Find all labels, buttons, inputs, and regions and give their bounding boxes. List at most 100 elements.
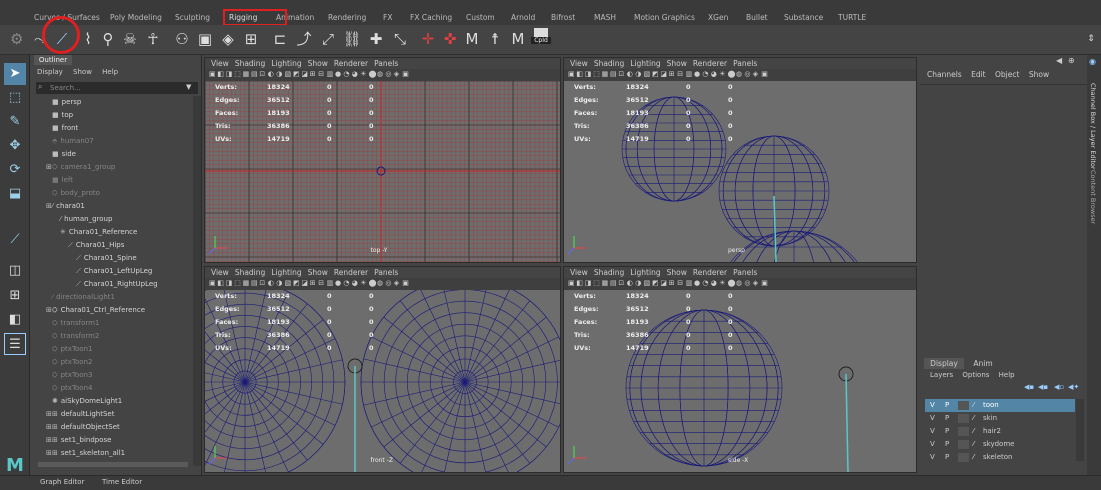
viewport-tool-icon[interactable]: ◎ (744, 279, 750, 287)
viewport-tool-icon[interactable]: ⊞ (310, 279, 316, 287)
outliner-item[interactable]: ⊞ defaultObjectSet (52, 421, 120, 434)
viewport-tool-icon[interactable]: ▣ (761, 70, 768, 78)
viewport-tool-icon[interactable]: ⬤ (728, 70, 736, 78)
viewport-tool-icon[interactable]: ◧ (576, 279, 583, 287)
viewport-tool-icon[interactable]: ◕ (352, 70, 358, 78)
viewport-tool-icon[interactable]: ▤ (610, 279, 617, 287)
rotate-tool-icon[interactable]: ⟳ (4, 159, 26, 181)
viewport-menu-show[interactable]: Show (667, 268, 687, 277)
channel-menu-show[interactable]: Show (1029, 70, 1049, 79)
viewport-tool-icon[interactable]: ☀ (719, 70, 725, 78)
skeleton-bone[interactable] (773, 195, 777, 262)
viewport-menu-lighting[interactable]: Lighting (630, 59, 660, 68)
outliner-item[interactable]: ⊞ set1_skeleton_all1 (52, 447, 125, 460)
viewport-menu-view[interactable]: View (570, 268, 588, 277)
viewport-tool-icon[interactable]: ◔ (702, 70, 708, 78)
viewport-top[interactable]: View Shading Lighting Show Renderer Panels ▣ ◧ ◨… (204, 57, 561, 263)
viewport-tool-icon[interactable]: ⊞ (310, 70, 316, 78)
viewport-menu-renderer[interactable]: Renderer (693, 59, 727, 68)
layer-row[interactable]: V P ⁄ hair2 (925, 425, 1075, 438)
viewport-tool-icon[interactable]: ▥ (327, 70, 334, 78)
viewport-tool-icon[interactable]: ▦ (243, 279, 250, 287)
parent-constraint-icon[interactable]: ⛓ (342, 29, 362, 49)
viewport-tool-icon[interactable]: ● (335, 70, 341, 78)
viewport-tool-icon[interactable]: ▣ (209, 70, 216, 78)
layer-row[interactable]: V P ⁄ skeleton (925, 451, 1075, 464)
outliner-tab[interactable]: Outliner (34, 55, 72, 65)
viewport-tool-icon[interactable]: ▣ (568, 279, 575, 287)
viewport-tool-icon[interactable]: ● (694, 70, 700, 78)
viewport-tool-icon[interactable]: ⊡ (618, 279, 624, 287)
viewport-tool-icon[interactable]: ◕ (352, 279, 358, 287)
layer-color-swatch[interactable] (958, 427, 969, 436)
viewport-tool-icon[interactable]: ⬚ (234, 279, 241, 287)
layer-menu-options[interactable]: Options (962, 371, 989, 379)
viewport-tool-icon[interactable]: ▥ (327, 279, 334, 287)
viewport-tool-icon[interactable]: ◐ (268, 70, 274, 78)
viewport-menu-lighting[interactable]: Lighting (630, 268, 660, 277)
layer-color-swatch[interactable] (958, 401, 969, 410)
viewport-tool-icon[interactable]: ▦ (243, 70, 250, 78)
channel-menu-object[interactable]: Object (995, 70, 1019, 79)
skeleton-icon[interactable]: ☠ (120, 29, 140, 49)
outliner-item[interactable]: ⛭ Chara01_Ctrl_Reference (52, 304, 145, 317)
shelf-tab-substance[interactable]: Substance (784, 12, 823, 24)
outliner-scrollbar[interactable] (193, 96, 201, 466)
viewport-tool-icon[interactable]: ◈ (753, 70, 758, 78)
viewport-tool-icon[interactable]: ▧ (644, 279, 651, 287)
channel-back-icon[interactable]: ◀ (1056, 56, 1062, 65)
viewport-tool-icon[interactable]: ⬤ (728, 279, 736, 287)
outliner-item[interactable]: ⟋ Chara01_RightUpLeg (76, 278, 158, 291)
viewport-tool-icon[interactable]: ▣ (402, 70, 409, 78)
viewport-tool-icon[interactable]: ◩ (293, 70, 300, 78)
outliner-item[interactable]: ⛭ ptxToon1 (52, 343, 92, 356)
layer-row[interactable]: V P ⁄ skydome (925, 438, 1075, 451)
viewport-tool-icon[interactable]: ▤ (251, 70, 258, 78)
layer-move-down-icon[interactable]: ◀▪ (1038, 383, 1048, 391)
layer-row[interactable]: V P ⁄ skin (925, 412, 1075, 425)
mash-icon[interactable]: M (508, 29, 528, 49)
viewport-tool-icon[interactable]: ◪ (301, 70, 308, 78)
expand-toggle-icon[interactable]: ⊞ (46, 449, 52, 457)
viewport-tool-icon[interactable]: ◍ (377, 70, 383, 78)
shelf-tab-poly-modeling[interactable]: Poly Modeling (110, 12, 162, 24)
layer-playback-toggle[interactable]: P (945, 425, 949, 438)
viewport-tool-icon[interactable]: ◑ (635, 70, 641, 78)
figure-icon[interactable]: ☨ (485, 29, 505, 49)
shelf-tab-fx-caching[interactable]: FX Caching (410, 12, 452, 24)
viewport-tool-icon[interactable]: ☀ (360, 279, 366, 287)
expand-toggle-icon[interactable]: ⊞ (46, 423, 52, 431)
cube-icon[interactable]: ◈ (218, 29, 238, 49)
viewport-tool-icon[interactable]: ▧ (285, 279, 292, 287)
viewport-tool-icon[interactable]: ⊞ (669, 70, 675, 78)
viewport-tool-icon[interactable]: ▤ (610, 70, 617, 78)
viewport-tool-icon[interactable]: ◐ (627, 279, 633, 287)
viewport-tool-icon[interactable]: ▣ (568, 70, 575, 78)
shelf-tab-mash[interactable]: MASH (594, 12, 616, 24)
viewport-tool-icon[interactable]: ⬚ (593, 70, 600, 78)
outliner-item[interactable]: ⁄ directionalLight1 (52, 291, 115, 304)
viewport-menu-show[interactable]: Show (308, 59, 328, 68)
human-ik-icon[interactable]: ⚲ (98, 29, 118, 49)
expand-toggle-icon[interactable]: ⊞ (46, 202, 52, 210)
viewport-tool-icon[interactable]: ◕ (711, 279, 717, 287)
layer-playback-toggle[interactable]: P (945, 451, 949, 464)
layer-tab-display[interactable]: Display (924, 358, 964, 369)
outliner-item[interactable]: ⟋ Chara01_Spine (76, 252, 137, 265)
viewport-side[interactable]: View Shading Lighting Show Renderer Panels ▣ ◧ ◨… (563, 266, 917, 473)
viewport-tool-icon[interactable]: ⊟ (677, 70, 683, 78)
viewport-tool-icon[interactable]: ⬤ (369, 279, 377, 287)
tab-time-editor[interactable]: Time Editor (102, 478, 142, 486)
paint-select-icon[interactable]: ✎ (4, 111, 26, 133)
viewport-tool-icon[interactable]: ◪ (301, 279, 308, 287)
pole-vector-icon[interactable]: ✜ (440, 29, 460, 49)
bind-skin-icon[interactable]: ⚇ (172, 29, 192, 49)
expand-toggle-icon[interactable]: ⊞ (46, 163, 52, 171)
viewport-tool-icon[interactable]: ▤ (251, 279, 258, 287)
outliner-item[interactable]: ⬘ human07 (52, 135, 94, 148)
mirror-icon[interactable]: M (462, 29, 482, 49)
viewport-tool-icon[interactable]: ⬚ (593, 279, 600, 287)
viewport-tool-icon[interactable]: ◎ (744, 70, 750, 78)
viewport-menu-panels[interactable]: Panels (374, 59, 398, 68)
shelf-scroll-icon[interactable]: ⇕ (1081, 29, 1101, 49)
